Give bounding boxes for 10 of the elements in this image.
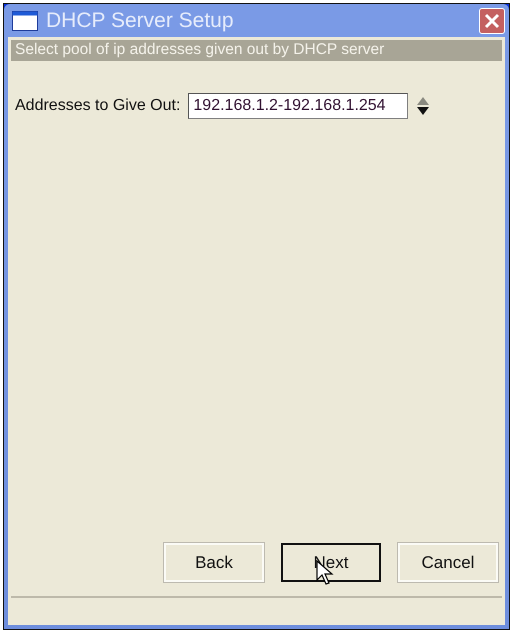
field-label: Addresses to Give Out: [15, 97, 180, 115]
close-button[interactable] [479, 8, 505, 34]
wizard-button[interactable]: Back [164, 543, 264, 582]
window-icon [12, 10, 38, 30]
addresses-field[interactable]: 192.168.1.2-192.168.1.254 [188, 93, 408, 119]
wizard-button[interactable]: Cancel [398, 543, 498, 582]
close-icon [484, 12, 500, 28]
window-title: DHCP Server Setup [46, 8, 235, 32]
section-header: Select pool of ip addresses given out by DHCP server [11, 40, 502, 61]
spinner-icon[interactable] [416, 96, 430, 116]
